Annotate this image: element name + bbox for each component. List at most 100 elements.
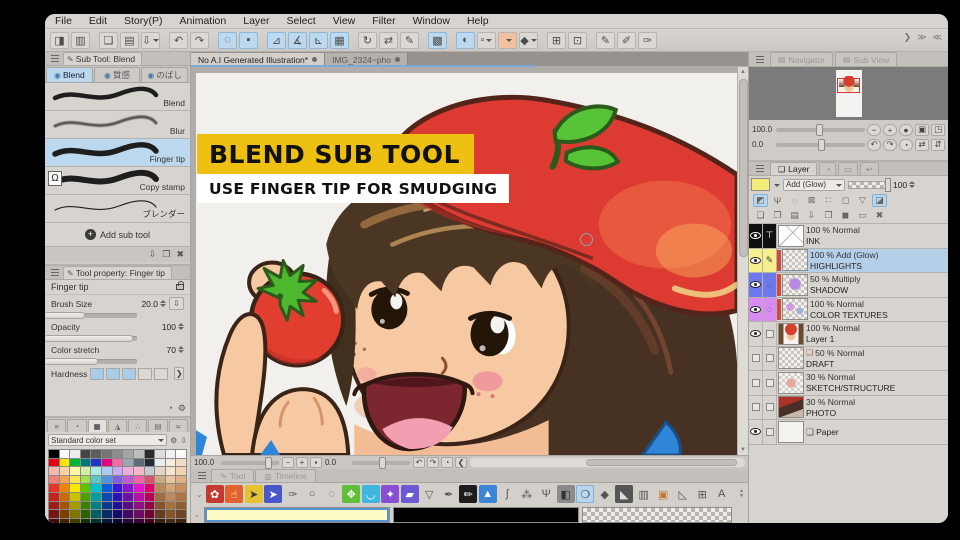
color-swatch[interactable] <box>123 484 133 492</box>
menu-item[interactable]: File <box>55 15 72 27</box>
subtool-group-tab[interactable]: ◉ のばし <box>141 67 189 82</box>
navigator-rotation-slider[interactable] <box>776 139 865 150</box>
menu-item[interactable]: Help <box>467 15 489 27</box>
expand-dock-icon[interactable]: ≪ <box>933 32 942 43</box>
layer-color-icon[interactable]: ◪ <box>872 194 887 207</box>
reset-rotation-button[interactable]: ◔ <box>899 138 913 151</box>
rotate-left-button[interactable]: ↶ <box>867 138 881 151</box>
color-swatch[interactable] <box>155 518 165 523</box>
color-swatch[interactable] <box>133 501 144 510</box>
color-swatch[interactable] <box>144 510 155 518</box>
layer-thumbnail[interactable] <box>783 299 807 320</box>
canvas-page[interactable] <box>196 73 737 455</box>
more-tab[interactable]: ≍ <box>168 419 188 432</box>
subtool-brush-row[interactable]: Ω Copy stamp <box>45 167 190 195</box>
layer-search-tab[interactable]: ↩ <box>859 162 879 175</box>
transparent-color-swatch[interactable] <box>583 508 731 522</box>
select-area-icon[interactable]: ▩ <box>428 31 447 49</box>
scrollbar-thumb[interactable] <box>739 79 748 258</box>
color-swatch[interactable] <box>59 510 70 518</box>
document-tab[interactable]: No A.I Generated Illustration* <box>191 53 326 66</box>
bottom-tab[interactable]: ✎ Tool <box>211 469 255 482</box>
color-swatch[interactable] <box>144 458 155 467</box>
new-folder-icon[interactable]: ▤ <box>787 209 802 222</box>
panel-menu-icon[interactable] <box>51 272 59 273</box>
layer-color-swatch[interactable] <box>752 179 769 190</box>
color-swatch[interactable] <box>91 458 102 467</box>
visibility-eye-icon[interactable] <box>750 256 761 264</box>
visibility-eye-icon[interactable] <box>750 428 761 436</box>
zoom-fit-button[interactable]: ▪ <box>310 457 322 468</box>
color-swatch[interactable] <box>49 501 59 510</box>
vector-snap-icon[interactable]: ✎ <box>400 31 419 49</box>
color-swatch[interactable] <box>123 510 133 518</box>
visibility-eye-icon[interactable] <box>750 232 761 240</box>
import-colorset-icon[interactable]: ⇩ <box>180 436 187 445</box>
color-swatch[interactable] <box>155 484 165 492</box>
color-swatch[interactable] <box>123 501 133 510</box>
subtool-brush-row[interactable]: Finger tip <box>45 139 190 167</box>
vertical-scrollbar[interactable]: ▲ ▼ <box>737 67 748 455</box>
snap-perspective-icon[interactable]: ∡ <box>288 31 307 49</box>
lock-layer-icon[interactable]: ⊠ <box>804 194 819 207</box>
hardness-segment[interactable] <box>138 367 153 380</box>
color-swatch[interactable] <box>176 450 186 458</box>
mesh-edit-icon[interactable]: ⊡ <box>568 31 587 49</box>
layer-name[interactable]: DRAFT <box>806 359 834 369</box>
color-swatch[interactable] <box>59 492 70 501</box>
zoom-in-button[interactable]: + <box>296 457 308 468</box>
grid-icon[interactable]: ▦ <box>330 31 349 49</box>
color-swatch[interactable] <box>144 450 155 458</box>
fill-layer-icon[interactable]: ◼ <box>838 209 853 222</box>
sub-color-swatch[interactable] <box>394 508 578 522</box>
color-swatch[interactable] <box>176 484 186 492</box>
color-swatch[interactable] <box>59 458 70 467</box>
color-swatch[interactable] <box>80 484 91 492</box>
reference-layer-icon[interactable]: Ψ <box>770 194 785 207</box>
brush-shape-icon[interactable]: ▫ <box>477 31 496 49</box>
navigator-zoom-slider[interactable] <box>776 124 865 135</box>
color-swatch[interactable] <box>59 475 70 484</box>
color-swatch[interactable] <box>112 510 123 518</box>
shade-tool[interactable]: ◧ <box>556 485 575 503</box>
antialias-icon[interactable]: ◐ <box>456 31 475 49</box>
color-swatch[interactable] <box>155 458 165 467</box>
flip-horizontal-button[interactable]: ⇄ <box>915 138 929 151</box>
panel-menu-icon[interactable] <box>756 168 764 169</box>
color-swatch[interactable] <box>91 510 102 518</box>
frame-layer-icon[interactable]: ▭ <box>855 209 870 222</box>
menu-item[interactable]: View <box>333 15 356 27</box>
color-swatch[interactable] <box>155 510 165 518</box>
fit-window-button[interactable]: ◳ <box>931 123 945 136</box>
fit-screen-button[interactable]: ▣ <box>915 123 929 136</box>
visibility-eye-icon[interactable] <box>750 281 761 289</box>
stepper-icon[interactable] <box>178 320 184 333</box>
preset-dropdown-button[interactable]: ⇩ <box>169 297 184 310</box>
color-swatch[interactable] <box>102 458 112 467</box>
layer-thumbnail[interactable] <box>779 225 803 246</box>
color-swatch[interactable] <box>165 510 176 518</box>
color-swatch[interactable] <box>176 501 186 510</box>
visibility-eye-icon[interactable] <box>750 305 761 313</box>
color-swatch[interactable] <box>49 484 59 492</box>
color-swatch[interactable] <box>155 467 165 475</box>
reset-rotation-button[interactable]: ◔ <box>441 457 453 468</box>
stop-icon[interactable]: ▪ <box>239 31 258 49</box>
layer-name[interactable]: SKETCH/STRUCTURE <box>806 383 895 393</box>
stepper-icon[interactable] <box>160 297 166 310</box>
layer-row[interactable]: ❏ 50 % Normal DRAFT <box>749 346 948 371</box>
color-swatch[interactable] <box>133 484 144 492</box>
reset-view-button[interactable]: ⇵ <box>931 138 945 151</box>
color-swatch[interactable] <box>112 475 123 484</box>
color-swatch[interactable] <box>91 501 102 510</box>
hand-tool[interactable]: ☝ <box>225 485 244 503</box>
layer-checkbox[interactable] <box>765 427 774 436</box>
blend-mode-dropdown[interactable]: Add (Glow) <box>783 178 845 191</box>
color-swatch[interactable] <box>49 467 59 475</box>
import-subtool-icon[interactable]: ⇩ <box>149 249 157 260</box>
ruler-tool[interactable]: ◺ <box>673 485 692 503</box>
color-swatch[interactable] <box>144 484 155 492</box>
mixing-tab[interactable]: ◮ <box>107 419 128 432</box>
menu-item[interactable]: Filter <box>372 15 395 27</box>
layer-row[interactable]: ◌ 50 % Multiply SHADOW <box>749 273 948 298</box>
